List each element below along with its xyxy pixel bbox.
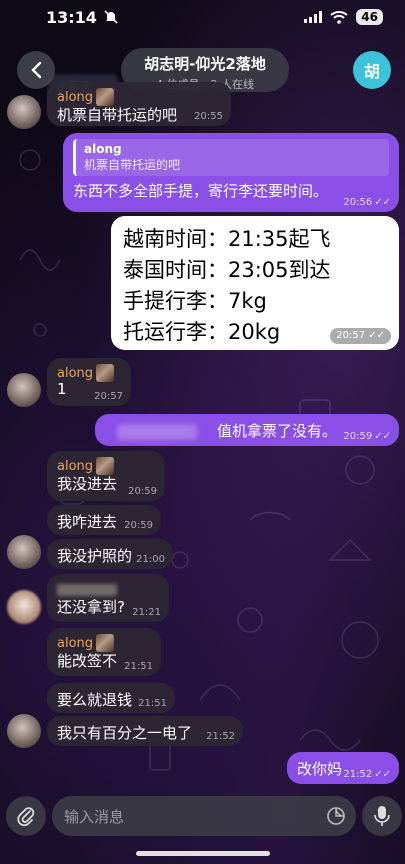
message-input[interactable]: 输入消息 <box>52 796 356 836</box>
message-text: 值机拿票了没有。 <box>216 422 337 440</box>
read-check-icon: ✓✓ <box>374 769 391 780</box>
attach-button[interactable] <box>6 796 46 836</box>
outgoing-message[interactable]: 值机拿票了没有。 20:59 ✓✓ <box>95 414 399 446</box>
incoming-message[interactable]: 我没护照的 21:00 <box>47 539 173 569</box>
incoming-message[interactable]: 我只有百分之一电了 21:52 <box>47 716 243 746</box>
message-time: 20:57 <box>336 330 366 341</box>
redacted-text <box>116 423 197 440</box>
message-time: 20:59 <box>343 431 373 442</box>
sender-name: along <box>57 89 94 105</box>
status-time: 13:14 <box>46 7 97 27</box>
home-indicator[interactable] <box>136 851 270 856</box>
wifi-icon <box>330 11 348 24</box>
message-text: 东西不多全部手提，寄行李还要时间。 <box>73 182 329 200</box>
redacted-sender <box>57 583 117 596</box>
incoming-message[interactable]: 还没拿到? 21:21 <box>47 574 169 622</box>
back-button[interactable] <box>17 51 55 89</box>
avatar[interactable] <box>7 714 41 748</box>
voice-record-button[interactable] <box>362 796 402 836</box>
microphone-icon <box>374 806 390 826</box>
avatar[interactable] <box>7 535 41 569</box>
chat-title: 胡志明-仰光2落地 <box>144 55 266 73</box>
input-placeholder: 输入消息 <box>64 807 125 826</box>
message-time: 21:52 <box>206 731 235 742</box>
message-time: 21:51 <box>138 698 167 709</box>
flight-info-image[interactable]: 越南时间：21:35起飞 泰国时间：23:05到达 手提行李：7kg 托运行李：… <box>111 216 399 350</box>
mute-bell-icon <box>104 10 118 24</box>
incoming-message[interactable]: along 能改签不 21:51 <box>47 628 161 676</box>
group-avatar[interactable]: 胡 <box>353 51 391 89</box>
message-time: 20:56 <box>343 197 373 208</box>
message-time: 21:00 <box>136 554 165 565</box>
image-line: 泰国时间：23:05到达 <box>123 258 331 282</box>
avatar[interactable] <box>7 95 41 129</box>
sender-name: along <box>57 458 94 474</box>
quote-text: 机票自带托运的吧 <box>84 158 181 172</box>
message-time: 20:55 <box>194 111 223 122</box>
battery-indicator: 46 <box>356 9 383 25</box>
message-time: 20:59 <box>128 486 157 497</box>
incoming-message[interactable]: along 我没进去 20:59 <box>47 451 165 501</box>
sender-avatar <box>96 364 115 382</box>
sender-name: along <box>57 365 94 381</box>
image-line: 越南时间：21:35起飞 <box>123 227 331 251</box>
message-time: 20:59 <box>124 520 153 531</box>
image-line: 手提行李：7kg <box>123 289 267 313</box>
message-time: 21:21 <box>132 607 161 618</box>
status-bar: 13:14 46 <box>0 0 405 34</box>
read-check-icon: ✓✓ <box>374 197 391 208</box>
message-time: 21:51 <box>124 661 153 672</box>
signal-icon <box>304 11 323 23</box>
incoming-message[interactable]: 要么就退钱 21:51 <box>47 683 175 713</box>
incoming-message[interactable]: 我咋进去 20:59 <box>47 505 161 535</box>
sticker-icon[interactable] <box>326 806 346 826</box>
reply-quote[interactable]: along 机票自带托运的吧 <box>73 139 389 176</box>
message-time: 20:57 <box>94 391 123 402</box>
incoming-message[interactable]: along 1 20:57 <box>47 358 131 406</box>
outgoing-message[interactable]: 改你妈 21:52 ✓✓ <box>287 752 399 784</box>
incoming-message[interactable]: along 机票自带托运的吧 20:55 <box>47 82 231 126</box>
outgoing-message[interactable]: along 机票自带托运的吧 东西不多全部手提，寄行李还要时间。 20:56 ✓✓ <box>63 133 399 212</box>
chevron-left-icon <box>31 61 42 79</box>
read-check-icon: ✓✓ <box>374 431 391 442</box>
message-composer: 输入消息 <box>0 794 405 840</box>
avatar[interactable] <box>7 590 41 624</box>
quote-sender: along <box>84 142 122 156</box>
message-time: 21:52 <box>343 769 373 780</box>
sender-name: along <box>57 635 94 651</box>
avatar[interactable] <box>7 373 41 407</box>
paperclip-icon <box>17 807 35 827</box>
